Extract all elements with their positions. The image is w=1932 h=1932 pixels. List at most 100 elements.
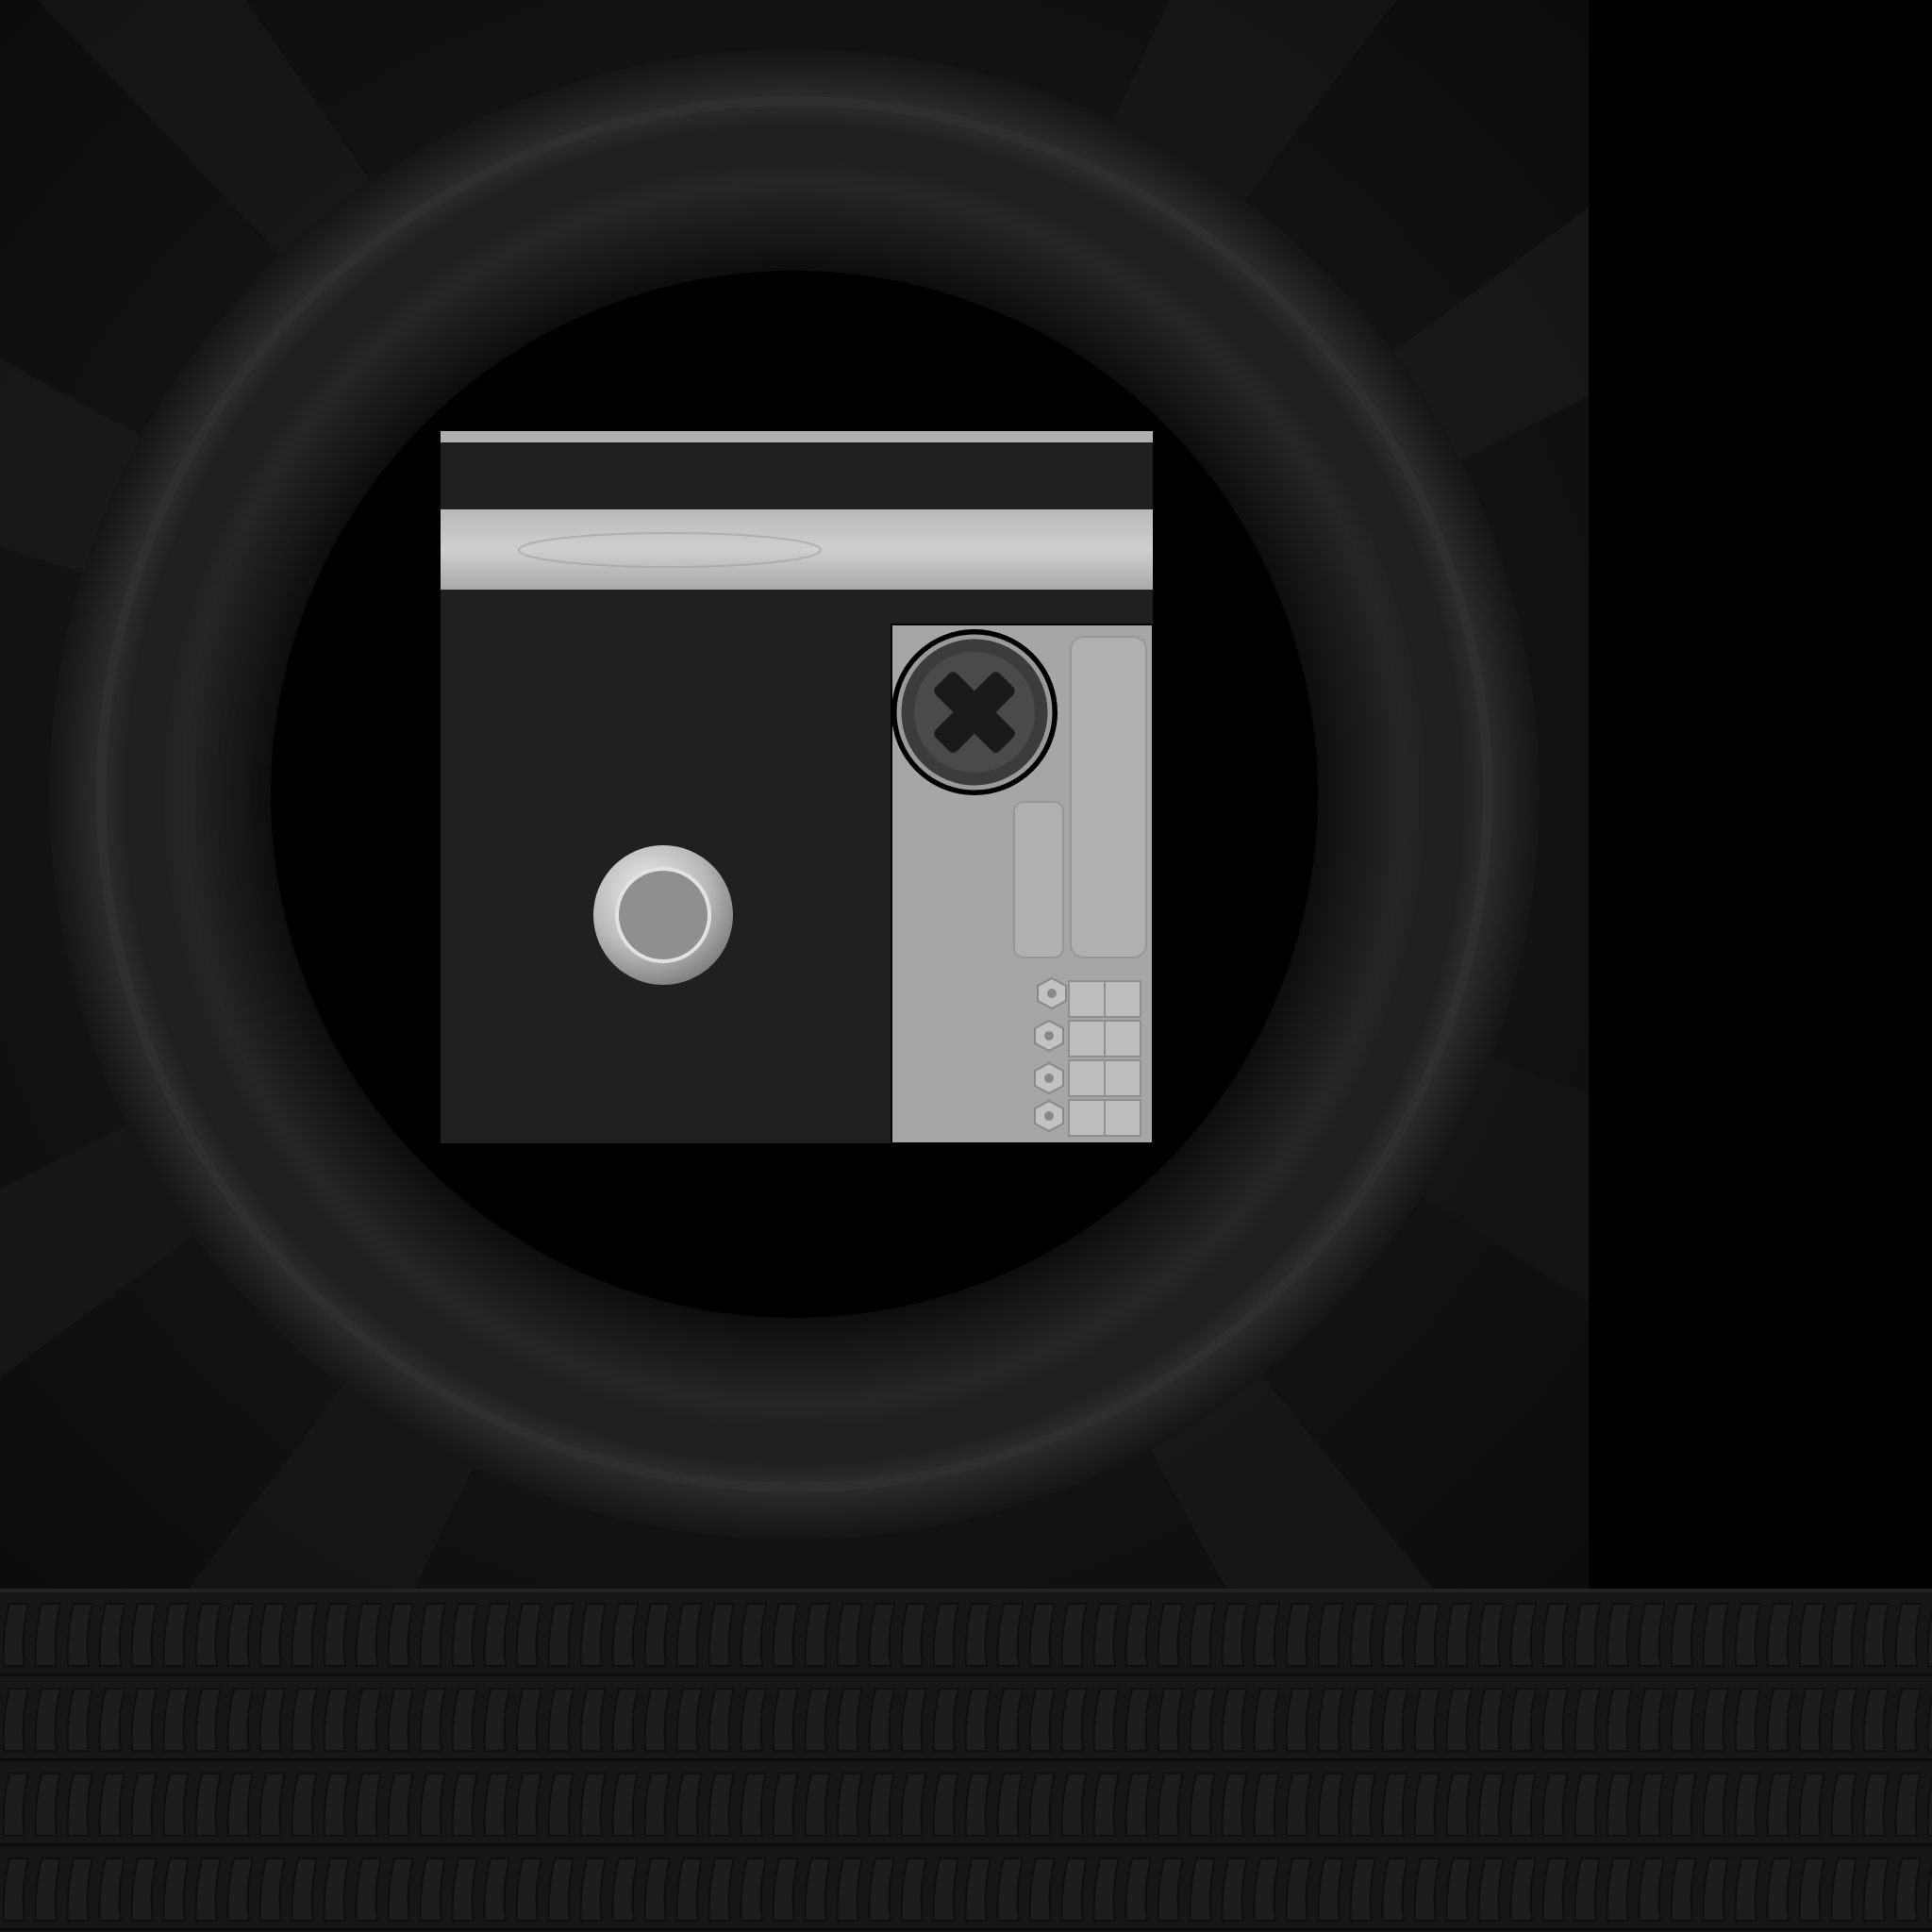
tread-block [675,1773,704,1837]
molded-piece-tall [1070,636,1147,958]
tread-block [2,1857,30,1922]
tread-block [1413,1773,1441,1837]
tread-block [1734,1603,1762,1667]
tread-block [291,1688,319,1752]
tread-block [1124,1773,1153,1837]
tread-block [1124,1688,1153,1752]
tread-block [611,1857,640,1922]
tread-block [1381,1688,1409,1752]
tread-block [515,1603,543,1667]
tread-block [1477,1688,1506,1752]
tread-block [996,1603,1024,1667]
tread-block [34,1773,62,1837]
tread-block [1317,1603,1345,1667]
tread-block [868,1773,896,1837]
tread-block [1028,1603,1057,1667]
tread-block [226,1603,255,1667]
tread-block [1574,1773,1602,1837]
tread-block [130,1603,158,1667]
tread-pattern-svg [0,1603,1932,1931]
top-thin-strip [441,431,1153,442]
tread-row-divider [0,1758,1932,1761]
tread-block [1124,1603,1153,1667]
tread-block [1894,1688,1923,1752]
tread-block [643,1603,672,1667]
tread-block [1092,1773,1121,1837]
tread-block [1862,1603,1890,1667]
tread-block [804,1857,832,1922]
tread-block [836,1603,864,1667]
tread-block [1221,1773,1249,1837]
tread-block [258,1603,287,1667]
cross-bolt-icon [891,629,1058,795]
tread-block [66,1688,94,1752]
tread-row [2,1603,1932,1667]
tread-block [451,1688,479,1752]
tread-block [2,1773,30,1837]
tread-block [547,1603,575,1667]
tread-block [1221,1603,1249,1667]
tread-block [1606,1688,1634,1752]
tread-block [579,1857,608,1922]
tread-block [1381,1857,1409,1922]
tread-block [258,1857,287,1922]
tread-block [355,1688,383,1752]
tread-block [1285,1603,1313,1667]
tread-block [932,1857,960,1922]
lug-nut-icon [1034,1061,1064,1095]
tread-block [643,1857,672,1922]
tread-block [1092,1688,1121,1752]
tread-block [1541,1603,1570,1667]
tread-block [1060,1857,1089,1922]
tread-block [1349,1857,1377,1922]
tread-block [1253,1603,1281,1667]
tread-block [1541,1688,1570,1752]
tread-block [1092,1857,1121,1922]
tread-block [1124,1857,1153,1922]
tread-block [611,1688,640,1752]
tread-block [323,1773,351,1837]
tread-block [708,1857,736,1922]
tread-block [323,1688,351,1752]
tread-block [740,1603,768,1667]
tread-block [1766,1773,1794,1837]
tread-block [1798,1857,1826,1922]
tread-block [1894,1857,1923,1922]
tire-sidewall-texture [0,0,1589,1589]
tread-block [387,1773,415,1837]
tread-block [868,1688,896,1752]
tread-block [1509,1603,1538,1667]
tread-block [804,1603,832,1667]
tread-block [1253,1688,1281,1752]
inner-uv-square [441,431,1154,1144]
tread-block [1317,1688,1345,1752]
sidewall-svg [0,0,1589,1589]
tread-block [1381,1773,1409,1837]
tread-block [1862,1688,1890,1752]
tread-block [1670,1857,1698,1922]
tread-block [547,1857,575,1922]
tread-block [1862,1773,1890,1837]
tread-block [1541,1857,1570,1922]
tread-block [740,1773,768,1837]
tread-row [2,1688,1932,1752]
tread-block [1509,1857,1538,1922]
tread-block [1445,1773,1474,1837]
tread-block [1702,1773,1730,1837]
tread-block [162,1857,191,1922]
tread-block [1574,1688,1602,1752]
tread-block [2,1688,30,1752]
tread-block [1221,1857,1249,1922]
tread-block [1413,1857,1441,1922]
tread-block [1766,1688,1794,1752]
tread-block [932,1688,960,1752]
tread-block [483,1603,511,1667]
tread-block [1092,1603,1121,1667]
tread-block [194,1688,223,1752]
tread-block [162,1688,191,1752]
tread-row [2,1857,1932,1922]
tread-block [291,1773,319,1837]
tread-block [1509,1688,1538,1752]
tread-block [98,1773,126,1837]
tread-block [1574,1603,1602,1667]
